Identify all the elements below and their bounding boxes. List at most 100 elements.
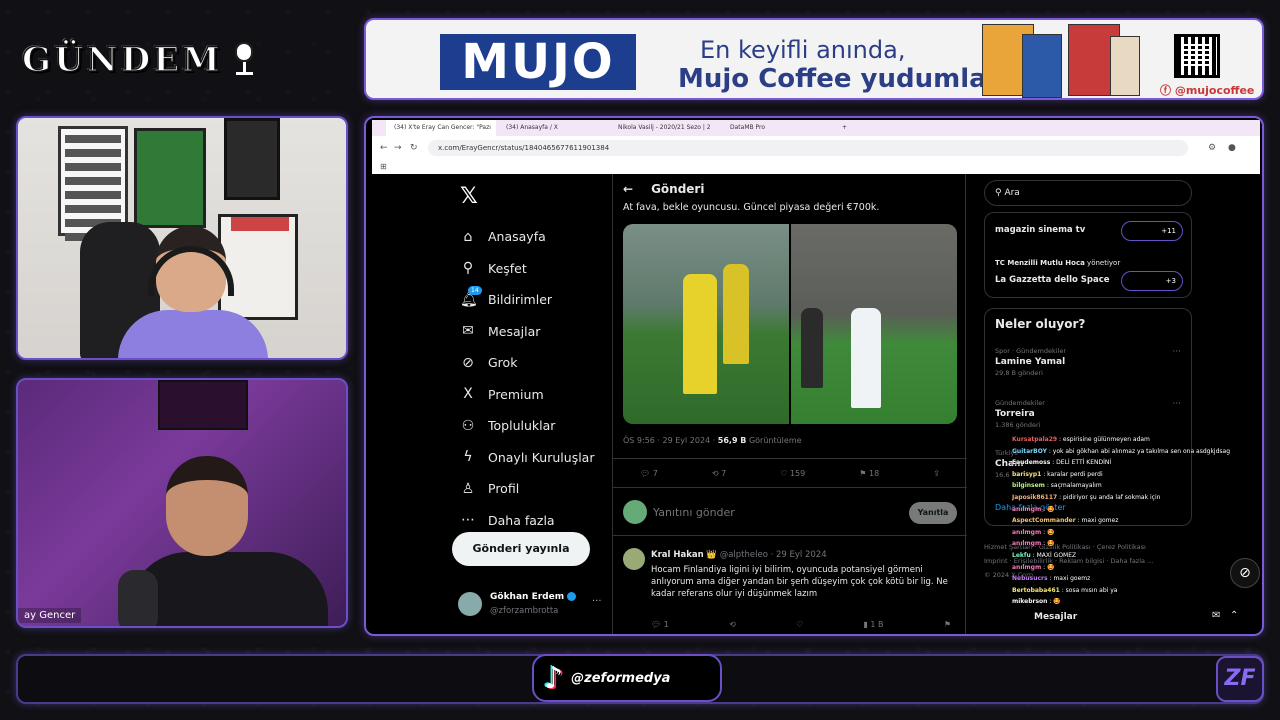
gundem-logo: GÜNDEM xyxy=(21,38,342,82)
stream-chat-overlay: Kursatpala29 : espirisine gülünmeyen ada… xyxy=(1012,434,1252,630)
reply-item[interactable]: Kral Hakan 👑 @alptheleo · 29 Eyl 2024 Ho… xyxy=(613,540,967,634)
browser-tab[interactable]: DataMB Pro xyxy=(722,120,832,136)
nav-item-explore[interactable]: ⚲ Keşfet xyxy=(452,253,612,285)
sponsor-handle: ⓕ @mujocoffee xyxy=(1160,84,1255,97)
bell-icon: 🔔︎ 14 xyxy=(460,285,482,308)
chat-message: Japosik86117 : pidiriyor şu anda laf sok… xyxy=(1012,493,1161,501)
nav-item-profile[interactable]: ♙ Profil xyxy=(452,473,612,505)
messages-drawer-label[interactable]: Mesajlar xyxy=(1034,612,1077,622)
nav-item-grok[interactable]: ⊘ Grok xyxy=(452,347,612,379)
post-button[interactable]: Gönderi yayınla xyxy=(452,532,590,566)
more-icon: ⋯ xyxy=(461,512,475,529)
repost-action[interactable]: ⟲ 7 xyxy=(712,469,726,478)
more-dots-icon[interactable]: ··· xyxy=(1172,399,1181,409)
chat-message: anılmgm : 🤩 xyxy=(1012,563,1055,571)
account-switcher[interactable]: Gökhan Erdem @zforzambrotta ··· xyxy=(458,590,608,620)
nav-item-premium[interactable]: X Premium xyxy=(452,379,612,411)
reply-actions: 💬︎ 1 ⟲ ♡ ▮ 1 B ⚑ xyxy=(651,620,951,629)
notification-badge: 14 xyxy=(468,285,482,295)
forward-icon[interactable]: → xyxy=(394,143,402,153)
browser-tab[interactable]: (34) X'te Eray Can Gencer: "Pazı xyxy=(386,120,496,136)
post-actions: 💬︎ 7 ⟲ 7 ♡ 159 ⚑ 18 ⇪ xyxy=(613,458,967,488)
bookmark-icon[interactable]: ⚑ xyxy=(944,620,951,629)
profile-avatar-icon[interactable]: ● xyxy=(1228,143,1236,153)
search-input[interactable]: ⚲ Ara xyxy=(984,180,1192,206)
chat-message: bilginsem : saçmalamayalım xyxy=(1012,482,1102,490)
share-icon[interactable]: ⇪ xyxy=(933,469,940,478)
wall-poster xyxy=(158,380,248,430)
post-header: ← Gönderi xyxy=(613,174,965,204)
more-dots-icon[interactable]: ··· xyxy=(1172,347,1181,357)
browser-toolbar: ← → ↻ x.com/ErayGencr/status/18404656776… xyxy=(372,136,1260,160)
community-name[interactable]: La Gazzetta dello Space xyxy=(995,275,1110,285)
chat-message: barisyp1 : karalar perdi perdi xyxy=(1012,470,1103,478)
back-icon[interactable]: ← xyxy=(380,143,388,153)
reload-icon[interactable]: ↻ xyxy=(410,143,418,153)
address-bar[interactable]: x.com/ErayGencr/status/18404656776119013… xyxy=(428,140,1188,156)
desk-microphone xyxy=(118,570,158,626)
compose-message-icon[interactable]: ✉ xyxy=(1212,610,1220,621)
nav-item-communities[interactable]: ⚇ Topluluklar xyxy=(452,410,612,442)
tactic-board xyxy=(224,118,280,200)
wall-shelf xyxy=(58,126,128,241)
chat-message: anılmgm : 🤩 xyxy=(1012,505,1055,513)
repost-action[interactable]: ⟲ xyxy=(729,620,736,629)
reply-input[interactable]: Yanıtını gönder xyxy=(653,506,735,519)
sponsor-tagline-1: En keyifli anında, xyxy=(700,36,906,64)
post-media[interactable] xyxy=(623,224,957,424)
apps-grid-icon[interactable]: ⊞ xyxy=(380,162,387,171)
extensions-icon[interactable]: ⚙ xyxy=(1208,143,1216,153)
screen-share: (34) X'te Eray Can Gencer: "Pazı (34) An… xyxy=(364,116,1264,636)
views-action[interactable]: ▮ 1 B xyxy=(863,620,883,629)
mail-icon: ✉ xyxy=(462,323,474,340)
communities-icon: ⚇ xyxy=(461,417,475,434)
new-tab-button[interactable]: + xyxy=(834,120,850,136)
home-icon: ⌂ xyxy=(463,228,473,245)
zeformedya-logo: ZF xyxy=(1216,656,1264,702)
trends-title: Neler oluyor? xyxy=(995,317,1086,331)
browser-tab-bar: (34) X'te Eray Can Gencer: "Pazı (34) An… xyxy=(372,120,1260,136)
more-dots-icon[interactable]: ··· xyxy=(592,596,602,607)
nav-item-messages[interactable]: ✉ Mesajlar xyxy=(452,316,612,348)
trend-item[interactable]: Gündemdekiler Torreira 1.386 gönderi ··· xyxy=(995,399,1181,429)
x-logo-icon[interactable]: 𝕏 xyxy=(460,184,612,209)
webcam-bottom: ay Gencer xyxy=(16,378,348,628)
reply-action[interactable]: 💬︎ 1 xyxy=(651,620,669,629)
bolt-icon: ϟ xyxy=(463,449,473,466)
verified-badge-icon xyxy=(567,592,577,601)
reply-button[interactable]: Yanıtla xyxy=(909,502,957,524)
camera-name-label: ay Gencer xyxy=(18,608,82,623)
reply-action[interactable]: 💬︎ 7 xyxy=(640,469,658,478)
avatar xyxy=(623,500,647,524)
like-action[interactable]: ♡ xyxy=(796,620,803,629)
chat-message: Kursatpala29 : espirisine gülünmeyen ada… xyxy=(1012,436,1150,443)
community-owner: TC Menzilli Mutlu Hoca yönetiyor xyxy=(995,259,1121,267)
member-avatars: +11 xyxy=(1121,221,1183,241)
sponsor-logo: MUJO xyxy=(440,34,636,90)
nav-item-verified-orgs[interactable]: ϟ Onaylı Kuruluşlar xyxy=(452,442,612,474)
chat-message: Nebusucrs : maxi goemz xyxy=(1012,575,1091,583)
browser-tab[interactable]: (34) Anasayfa / X xyxy=(498,120,608,136)
grok-floating-button[interactable]: ⊘ xyxy=(1230,558,1260,588)
bookmark-action[interactable]: ⚑ 18 xyxy=(859,469,879,478)
nav-item-notifications[interactable]: 🔔︎ 14 Bildirimler xyxy=(452,284,612,316)
community-name[interactable]: magazin sinema tv xyxy=(995,225,1085,235)
post-photo-left[interactable] xyxy=(623,224,789,424)
browser-tab[interactable]: Nikola Vasilj - 2020/21 Sezo | 2 xyxy=(610,120,720,136)
expand-chevron-icon[interactable]: ⌃ xyxy=(1230,610,1238,621)
post-photo-right[interactable] xyxy=(791,224,957,424)
page-title: Gönderi xyxy=(651,182,705,196)
x-premium-icon: X xyxy=(463,386,473,403)
chat-message: GuitarBOY : yok abi gökhan abi alınmaz y… xyxy=(1012,447,1231,455)
back-arrow-icon[interactable]: ← xyxy=(623,182,633,196)
like-action[interactable]: ♡ 159 xyxy=(780,469,805,478)
grok-icon: ⊘ xyxy=(462,354,474,371)
profile-icon: ♙ xyxy=(461,480,475,497)
communities-card: magazin sinema tv +11 TC Menzilli Mutlu … xyxy=(984,212,1192,298)
tiktok-icon: ♪ xyxy=(544,660,564,696)
green-board xyxy=(134,128,206,228)
streamer-person xyxy=(118,226,268,358)
trend-item[interactable]: Spor · Gündemdekiler Lamine Yamal 29,8 B… xyxy=(995,347,1181,377)
nav-item-home[interactable]: ⌂ Anasayfa xyxy=(452,221,612,253)
reply-text: Hocam Finlandiya ligini iyi bilirim, oyu… xyxy=(651,565,948,599)
